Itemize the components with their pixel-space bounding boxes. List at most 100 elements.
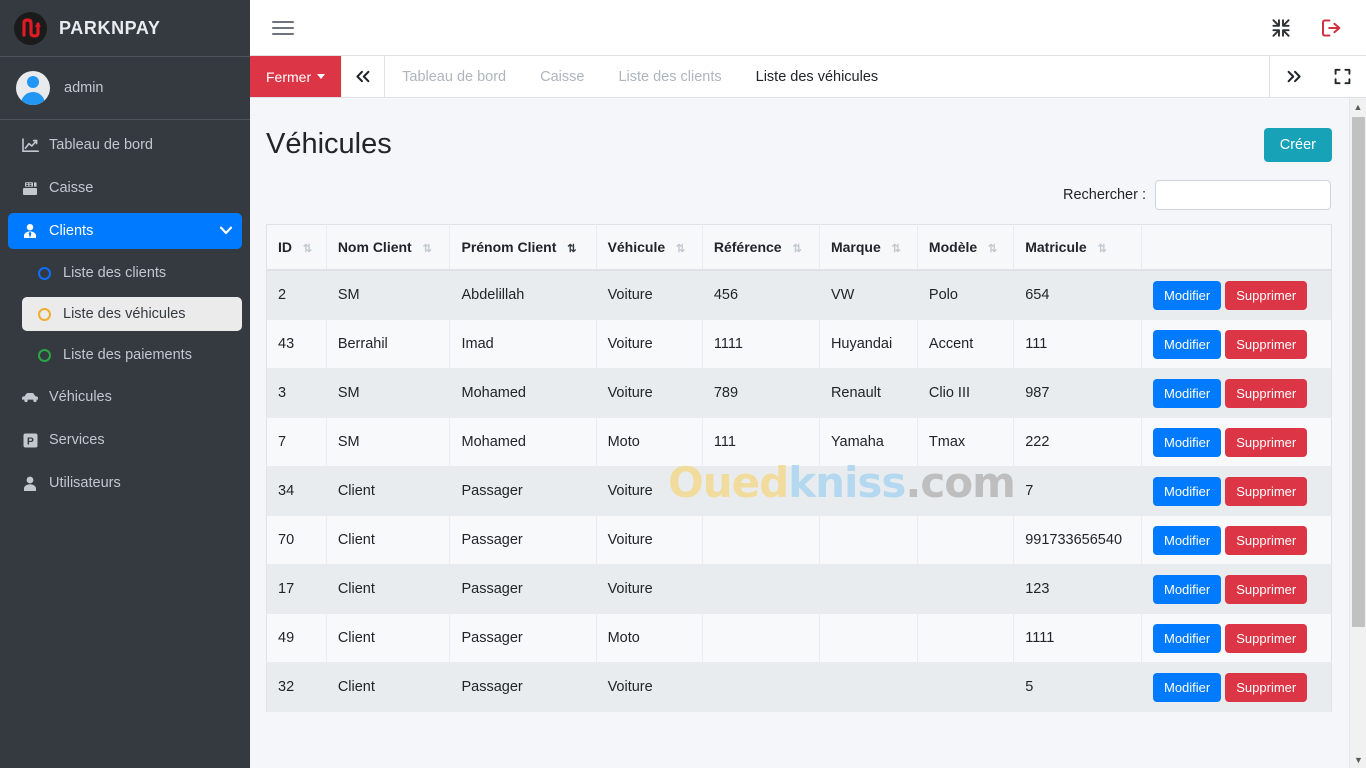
sort-icon-active: ⇅ <box>567 243 576 255</box>
table-row: 17 Client Passager Voiture 123 Modifier Suppri… <box>266 564 1332 614</box>
delete-button[interactable]: Supprimer <box>1225 623 1308 653</box>
cell-marque: Huyandai <box>819 319 918 369</box>
cell-reference: 456 <box>702 270 820 320</box>
cell-vehicule: Moto <box>596 417 703 467</box>
sidebar-item-liste-des-vehicules[interactable]: Liste des véhicules <box>22 297 242 331</box>
table-row: 43 Berrahil Imad Voiture 1111 Huyandai Accent 1… <box>266 319 1332 369</box>
cell-prenom: Passager <box>449 466 597 516</box>
sort-icon: ⇅ <box>792 243 801 255</box>
sidebar-item-utilisateurs[interactable]: Utilisateurs <box>8 465 242 501</box>
edit-button[interactable]: Modifier <box>1153 280 1222 310</box>
edit-button[interactable]: Modifier <box>1153 378 1222 408</box>
cell-matricule: 5 <box>1013 662 1142 712</box>
scrollbar-thumb[interactable] <box>1352 117 1365 627</box>
cell-marque: VW <box>819 270 918 320</box>
sidebar-item-tableau-de-bord[interactable]: Tableau de bord <box>8 127 242 163</box>
column-header-vehicule[interactable]: Véhicule ⇅ <box>596 224 703 271</box>
edit-button[interactable]: Modifier <box>1153 672 1222 702</box>
sidebar-item-liste-des-paiements[interactable]: Liste des paiements <box>22 338 242 372</box>
cell-vehicule: Voiture <box>596 662 703 712</box>
cell-matricule: 111 <box>1013 319 1142 369</box>
cell-prenom: Mohamed <box>449 417 597 467</box>
scroll-down-arrow-icon[interactable]: ▼ <box>1350 751 1366 768</box>
edit-button[interactable]: Modifier <box>1153 427 1222 457</box>
circle-icon <box>32 348 56 362</box>
tab-label: Caisse <box>540 68 585 85</box>
cell-id: 7 <box>266 417 327 467</box>
search-input[interactable] <box>1155 180 1331 210</box>
sidebar-item-liste-des-clients[interactable]: Liste des clients <box>22 256 242 290</box>
sidebar-item-caisse[interactable]: Caisse <box>8 170 242 206</box>
tab-liste-des-vehicules[interactable]: Liste des véhicules <box>739 56 896 97</box>
cell-marque: Yamaha <box>819 417 918 467</box>
cell-nom: SM <box>326 417 451 467</box>
sort-icon: ⇅ <box>891 243 901 255</box>
logout-icon[interactable] <box>1314 11 1348 45</box>
column-header-marque[interactable]: Marque ⇅ <box>819 224 918 271</box>
cell-marque <box>819 613 918 663</box>
cell-reference <box>702 515 820 565</box>
cell-marque <box>819 466 918 516</box>
cell-modele <box>917 613 1015 663</box>
sidebar-item-services[interactable]: P Services <box>8 422 242 458</box>
edit-button[interactable]: Modifier <box>1153 476 1222 506</box>
chevrons-left-icon[interactable] <box>341 56 386 97</box>
sidebar-item-vehicules[interactable]: Véhicules <box>8 379 242 415</box>
cell-actions: Modifier Supprimer <box>1141 662 1332 712</box>
sidebar-item-label: Clients <box>49 223 94 239</box>
column-header-id[interactable]: ID ⇅ <box>266 224 327 271</box>
edit-button[interactable]: Modifier <box>1153 525 1222 555</box>
circle-icon <box>32 266 56 280</box>
chevrons-right-icon[interactable] <box>1270 56 1318 97</box>
cell-nom: SM <box>326 368 451 418</box>
column-header-reference[interactable]: Référence ⇅ <box>702 224 820 271</box>
edit-button[interactable]: Modifier <box>1153 574 1222 604</box>
close-tabs-dropdown-button[interactable]: Fermer <box>250 56 342 97</box>
delete-button[interactable]: Supprimer <box>1225 280 1308 310</box>
table-row: 7 SM Mohamed Moto 111 Yamaha Tmax 222 Modifier Su… <box>266 417 1332 467</box>
sidebar-item-label: Liste des paiements <box>63 347 192 363</box>
column-header-prenom-client[interactable]: Prénom Client ⇅ <box>449 224 597 271</box>
compress-icon[interactable] <box>1264 11 1298 45</box>
user-panel[interactable]: admin <box>0 57 250 120</box>
sidebar-item-clients[interactable]: Clients <box>8 213 242 249</box>
column-header-nom-client[interactable]: Nom Client ⇅ <box>326 224 451 271</box>
edit-button[interactable]: Modifier <box>1153 623 1222 653</box>
cell-id: 49 <box>266 613 327 663</box>
scroll-up-arrow-icon[interactable]: ▲ <box>1350 98 1366 115</box>
brand[interactable]: PARKNPAY <box>0 0 250 57</box>
column-header-modele[interactable]: Modèle ⇅ <box>917 224 1015 271</box>
column-label: Nom Client <box>337 239 412 255</box>
cell-marque <box>819 564 918 614</box>
table-row: 70 Client Passager Voiture 991733656540 Modif… <box>266 515 1332 565</box>
column-header-matricule[interactable]: Matricule ⇅ <box>1013 224 1142 271</box>
table-row: 2 SM Abdelillah Voiture 456 VW Polo 654 Modifier… <box>266 270 1332 320</box>
sidebar-item-label: Véhicules <box>49 389 112 405</box>
table-body: 2 SM Abdelillah Voiture 456 VW Polo 654 Modifier… <box>266 270 1332 712</box>
column-label: Marque <box>830 239 881 255</box>
delete-button[interactable]: Supprimer <box>1225 329 1308 359</box>
cell-matricule: 222 <box>1013 417 1142 467</box>
hamburger-menu-icon[interactable] <box>272 17 294 39</box>
delete-button[interactable]: Supprimer <box>1225 378 1308 408</box>
expand-icon[interactable] <box>1318 56 1366 97</box>
cell-nom: Client <box>326 564 451 614</box>
tab-tableau-de-bord[interactable]: Tableau de bord <box>385 56 523 97</box>
page-scrollbar[interactable]: ▲ ▼ <box>1349 98 1366 768</box>
tab-liste-des-clients[interactable]: Liste des clients <box>601 56 738 97</box>
cell-prenom: Passager <box>449 515 597 565</box>
delete-button[interactable]: Supprimer <box>1225 574 1308 604</box>
sort-icon: ⇅ <box>422 243 432 255</box>
cell-modele: Polo <box>917 270 1015 320</box>
edit-button[interactable]: Modifier <box>1153 329 1222 359</box>
cell-actions: Modifier Supprimer <box>1141 368 1332 418</box>
tab-caisse[interactable]: Caisse <box>523 56 601 97</box>
delete-button[interactable]: Supprimer <box>1225 525 1308 555</box>
delete-button[interactable]: Supprimer <box>1225 427 1308 457</box>
cell-prenom: Abdelillah <box>449 270 597 320</box>
create-button[interactable]: Créer <box>1263 128 1332 162</box>
delete-button[interactable]: Supprimer <box>1225 476 1308 506</box>
sidebar-submenu-clients: Liste des clients Liste des véhicules Li… <box>8 256 242 372</box>
delete-button[interactable]: Supprimer <box>1225 672 1308 702</box>
cell-vehicule: Moto <box>596 613 703 663</box>
